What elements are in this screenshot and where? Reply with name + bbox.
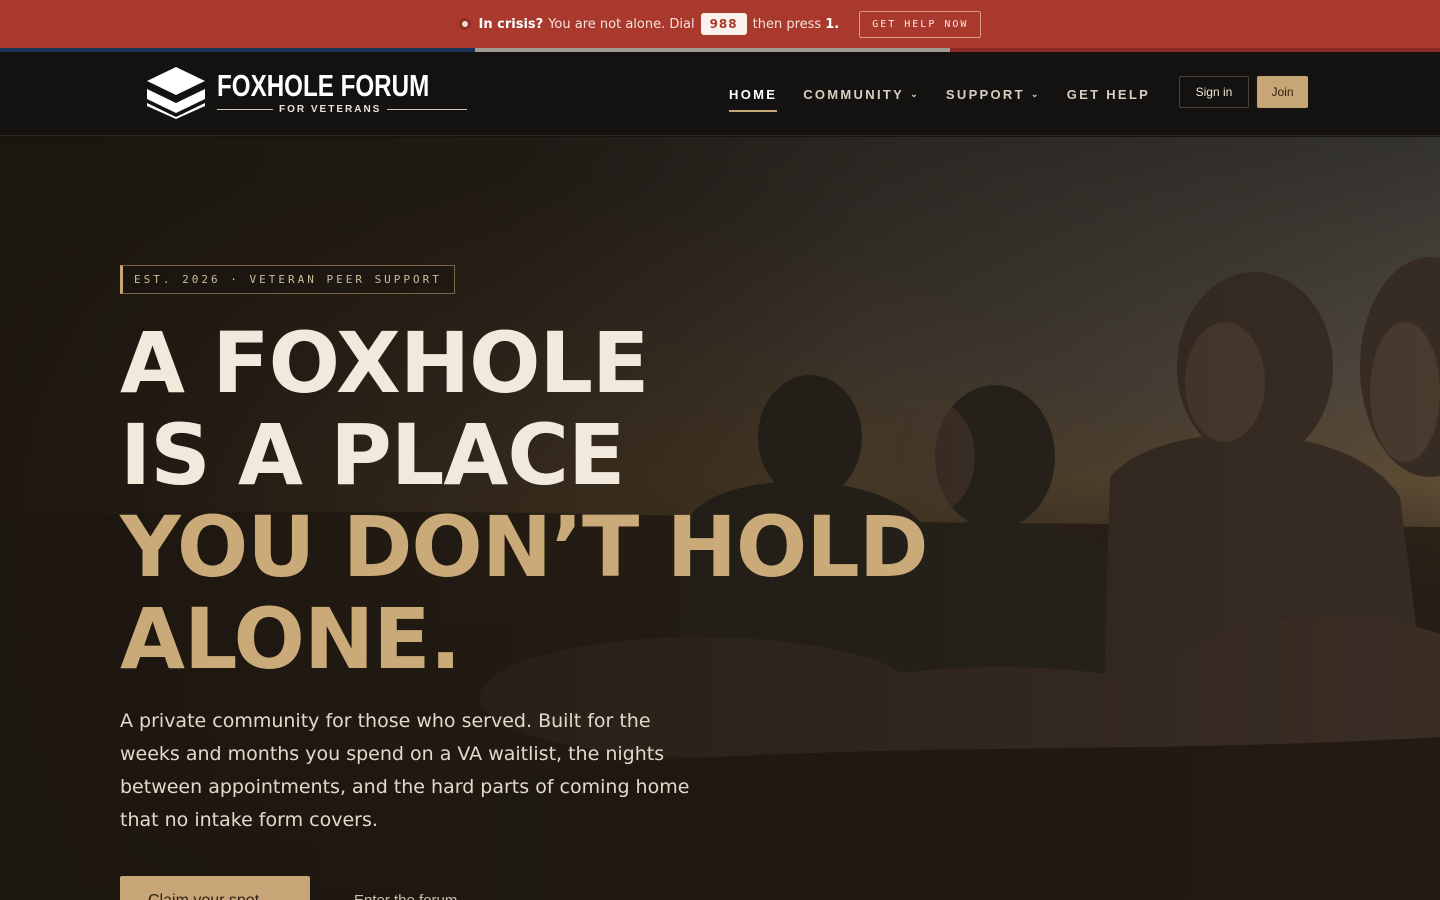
headline-line-2: IS A PLACE bbox=[120, 406, 625, 504]
hero-tagline-badge: EST. 2026 · VETERAN PEER SUPPORT bbox=[120, 265, 455, 294]
nav-home-label: HOME bbox=[729, 86, 778, 102]
nav-home[interactable]: HOME bbox=[729, 52, 778, 136]
hero-description: A private community for those who served… bbox=[120, 710, 690, 831]
logo-subtitle: FOR VETERANS bbox=[279, 103, 382, 115]
nav-support-label: SUPPORT bbox=[945, 86, 1025, 102]
crisis-text-press: then press bbox=[752, 16, 822, 32]
nav-support[interactable]: SUPPORT ⌄ bbox=[946, 52, 1041, 136]
crisis-lead: In crisis? bbox=[478, 16, 544, 32]
main-nav: HOME COMMUNITY ⌄ SUPPORT ⌄ GET HELP bbox=[729, 52, 1176, 136]
join-button[interactable]: Join bbox=[1257, 76, 1308, 108]
hero-headline: A FOXHOLE IS A PLACE YOU DON’T HOLD ALON… bbox=[120, 314, 929, 688]
site-header: FOXHOLE FORUM FOR VETERANS HOME COMMUNIT… bbox=[0, 52, 1440, 136]
site-logo[interactable]: FOXHOLE FORUM FOR VETERANS bbox=[145, 65, 487, 119]
chevron-down-icon: ⌄ bbox=[1030, 88, 1041, 99]
hero-section: EST. 2026 · VETERAN PEER SUPPORT A FOXHO… bbox=[0, 137, 1440, 900]
alert-dot-icon bbox=[458, 18, 471, 30]
claim-spot-button[interactable]: Claim your spot → bbox=[120, 876, 310, 900]
logo-rule-left bbox=[217, 108, 273, 110]
logo-title: FOXHOLE FORUM bbox=[217, 67, 430, 103]
nav-get-help[interactable]: GET HELP bbox=[1067, 52, 1150, 136]
nav-community[interactable]: COMMUNITY ⌄ bbox=[803, 52, 920, 136]
nav-community-label: COMMUNITY bbox=[803, 86, 905, 102]
headline-line-4: ALONE. bbox=[120, 590, 462, 688]
arrow-right-icon: → bbox=[269, 892, 285, 900]
crisis-number[interactable]: 988 bbox=[700, 13, 747, 35]
sign-in-button[interactable]: Sign in bbox=[1179, 76, 1249, 108]
crisis-banner: In crisis? You are not alone. Dial 988 t… bbox=[0, 0, 1440, 48]
headline-line-1: A FOXHOLE bbox=[120, 314, 649, 412]
crisis-press-number: 1. bbox=[825, 16, 840, 32]
get-help-now-button[interactable]: GET HELP NOW bbox=[859, 10, 982, 38]
claim-spot-label: Claim your spot bbox=[148, 892, 259, 900]
chevron-down-icon: ⌄ bbox=[910, 88, 920, 99]
logo-rule-right bbox=[387, 108, 468, 110]
headline-line-3: YOU DON’T HOLD bbox=[120, 498, 929, 596]
crisis-text: You are not alone. Dial bbox=[548, 16, 695, 32]
foxhole-logo-icon bbox=[147, 67, 205, 119]
enter-forum-link[interactable]: Enter the forum bbox=[354, 892, 457, 900]
nav-get-help-label: GET HELP bbox=[1066, 86, 1151, 102]
